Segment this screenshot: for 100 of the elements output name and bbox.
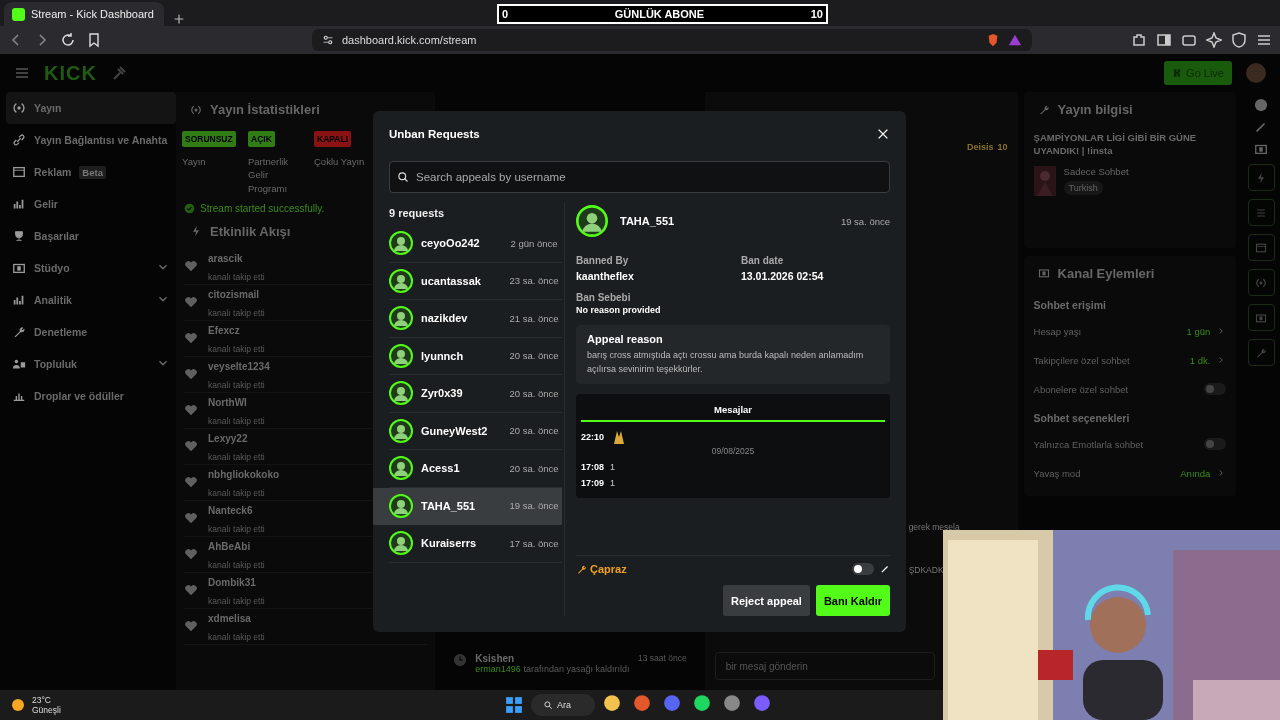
heart-icon <box>184 439 198 454</box>
circle-app-icon <box>723 694 741 712</box>
status-badge: KAPALI <box>314 131 351 147</box>
browser-tab[interactable]: Stream - Kick Dashboard <box>4 2 164 26</box>
panel-toggle-button[interactable] <box>1247 164 1275 191</box>
messages-tab[interactable]: Mesajlar <box>581 400 885 422</box>
heart-icon <box>184 295 198 310</box>
toggle-switch[interactable] <box>1204 438 1227 451</box>
reject-appeal-button[interactable]: Reject appeal <box>723 585 810 616</box>
toggle-switch[interactable] <box>852 563 874 575</box>
status-badge: AÇIK <box>248 131 275 147</box>
nav-icon <box>12 229 26 243</box>
field-value: 13.01.2026 02:54 <box>741 270 825 282</box>
sidebar-item[interactable]: Analitik <box>6 284 176 316</box>
panel-toggle-button[interactable] <box>1247 199 1275 226</box>
stat-label: Çoklu Yayın <box>314 155 365 169</box>
film-icon <box>1254 142 1269 156</box>
setting-value[interactable]: Anında <box>1180 467 1211 479</box>
search-field[interactable]: Search appeals by username <box>389 161 890 193</box>
broadcast-icon <box>190 103 202 116</box>
logo[interactable]: KICK <box>44 61 97 85</box>
setting-label: Hesap yaşı <box>1033 325 1082 337</box>
search-icon <box>543 700 553 710</box>
panel-toggle-button[interactable] <box>1247 304 1275 331</box>
message-time: 22:10 <box>581 432 605 442</box>
sun-icon <box>10 697 26 713</box>
message-time: 17:08 <box>581 462 605 472</box>
avatar-icon <box>389 456 413 481</box>
sidebar-item[interactable]: Droplar ve ödüller <box>6 380 176 412</box>
triangle-icon <box>1008 33 1022 47</box>
request-item[interactable]: ceyoOo242 2 gün önce <box>389 225 562 263</box>
request-item[interactable]: Acess1 20 sa. önce <box>389 450 562 488</box>
wrench-icon <box>576 563 587 575</box>
panel-toggle-button[interactable] <box>1247 269 1275 296</box>
category-name[interactable]: Sadece Sohbet <box>1063 165 1129 177</box>
follow-action: kanalı takip etti <box>208 560 265 571</box>
panel-title: Kanal Eylemleri <box>1057 265 1155 281</box>
request-item[interactable]: lyunnch 20 sa. önce <box>389 337 562 375</box>
lion-shield-icon <box>986 33 1000 47</box>
chat-input[interactable]: bir mesaj gönderin <box>714 652 935 680</box>
toggle-switch[interactable] <box>1204 383 1227 396</box>
setting-label: Yalnızca Emotlarla sohbet <box>1033 438 1144 450</box>
sidebar-item[interactable]: Stüdyo <box>6 252 176 284</box>
follow-action: kanalı takip etti <box>208 452 265 463</box>
sidebar-item[interactable]: Gelir <box>6 188 176 220</box>
nav-icon <box>12 133 26 147</box>
sidebar-item[interactable]: Topluluk <box>6 348 176 380</box>
sidebar-icon <box>1156 32 1172 48</box>
follow-action: kanalı takip etti <box>208 416 265 427</box>
heart-icon <box>184 367 198 382</box>
message-text: 1 <box>610 478 616 488</box>
avatar-icon <box>389 306 413 331</box>
follow-action: kanalı takip etti <box>208 596 265 607</box>
chat-message: ŞDKADK <box>908 565 945 575</box>
avatar-icon <box>576 205 608 237</box>
message-date: 09/08/2025 <box>710 446 756 456</box>
lion-shield-icon <box>633 694 651 712</box>
nav-icon <box>12 261 26 275</box>
appeal-time: 19 sa. önce <box>840 215 890 227</box>
sidebar-item[interactable]: Denetleme <box>6 316 176 348</box>
follow-action: kanalı takip etti <box>208 524 265 535</box>
request-item[interactable]: nazikdev 21 sa. önce <box>389 300 562 338</box>
sidebar-item[interactable]: Yayın Bağlantısı ve Anahta <box>6 124 176 156</box>
channel-icon <box>1037 267 1050 280</box>
request-item[interactable]: TAHA_551 19 sa. önce <box>373 487 562 525</box>
sidebar-item[interactable]: Başarılar <box>6 220 176 252</box>
setting-value[interactable]: 1 gün <box>1186 325 1211 337</box>
follower-name: veyselte1234 <box>208 361 270 373</box>
request-item[interactable]: GuneyWest2 20 sa. önce <box>389 412 562 450</box>
message-text: 1 <box>610 462 616 472</box>
close-button[interactable] <box>876 127 890 141</box>
log-user: Ksishen <box>475 653 515 664</box>
sidebar-item[interactable]: Reklam Beta <box>6 156 176 188</box>
address-bar[interactable]: dashboard.kick.com/stream <box>312 29 1032 51</box>
sidebar-item[interactable]: Yayın <box>6 92 176 124</box>
appeal-text: barış cross atmıştıda açtı crossu ama burda kapalı neden anlamadım açılırsa sevinirim teşekkürler. <box>587 349 865 376</box>
request-item[interactable]: Kuraiserrs 17 sa. önce <box>389 525 562 563</box>
field-label: Banned By <box>576 255 630 266</box>
unban-button[interactable]: Banı Kaldır <box>815 585 890 616</box>
pencil-icon <box>880 564 890 574</box>
language-tag: Turkish <box>1063 180 1103 195</box>
request-item[interactable]: ucantassak 23 sa. önce <box>389 262 562 300</box>
weather-label: Güneşli <box>32 705 61 715</box>
bolt-icon <box>190 225 202 238</box>
temperature: 23°C <box>32 694 51 705</box>
note-label: Çapraz <box>590 563 627 575</box>
taskbar-search[interactable]: Ara <box>531 694 595 716</box>
follow-action: kanalı takip etti <box>208 488 265 499</box>
stream-title: ŞAMPİYONLAR LİGİ GİBİ BİR GÜNE UYANDIK! | !insta <box>1032 131 1198 159</box>
info-icon <box>1254 98 1269 112</box>
panel-toggle-button[interactable] <box>1247 339 1275 366</box>
profile-avatar[interactable] <box>1246 63 1266 83</box>
request-count: 9 requests <box>389 206 446 221</box>
request-item[interactable]: Zyr0x39 20 sa. önce <box>389 375 562 413</box>
setting-value[interactable]: 1 dk. <box>1189 354 1211 366</box>
panel-toggle-button[interactable] <box>1247 234 1275 261</box>
follower-name: Dombik31 <box>208 577 256 589</box>
heart-icon <box>184 511 198 526</box>
heart-icon <box>184 583 198 598</box>
appeal-heading: Appeal reason <box>587 333 664 345</box>
